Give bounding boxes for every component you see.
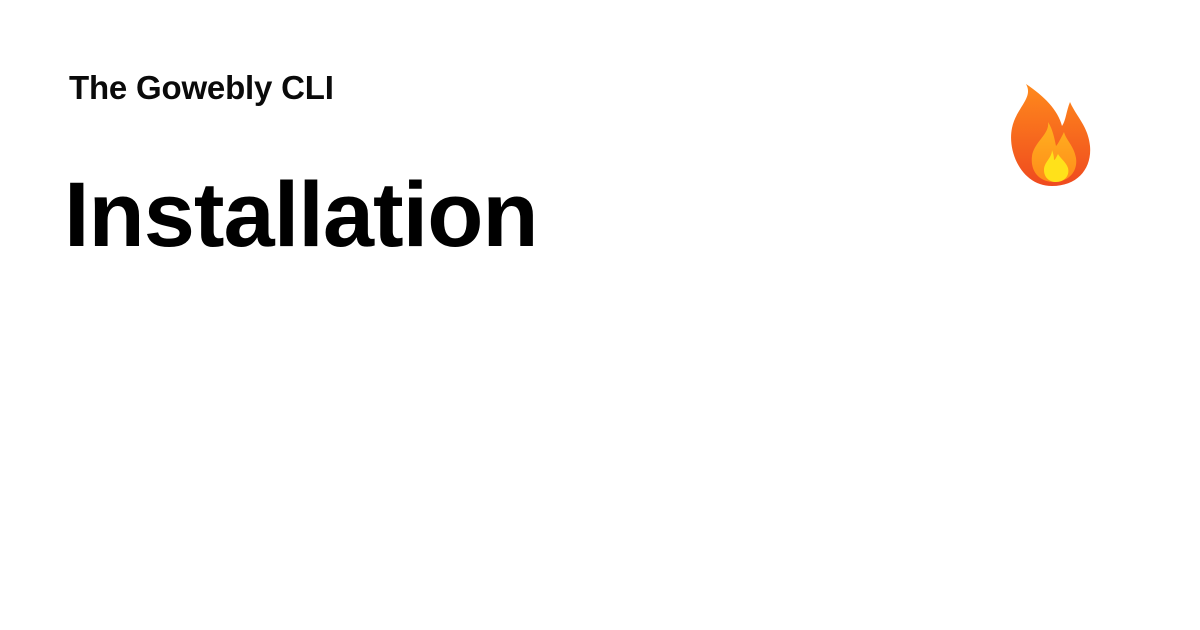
- social-card: The Gowebly CLI Installation: [0, 0, 1200, 630]
- fire-icon: [1004, 82, 1094, 190]
- page-title: Installation: [64, 164, 539, 266]
- product-name: The Gowebly CLI: [69, 69, 334, 106]
